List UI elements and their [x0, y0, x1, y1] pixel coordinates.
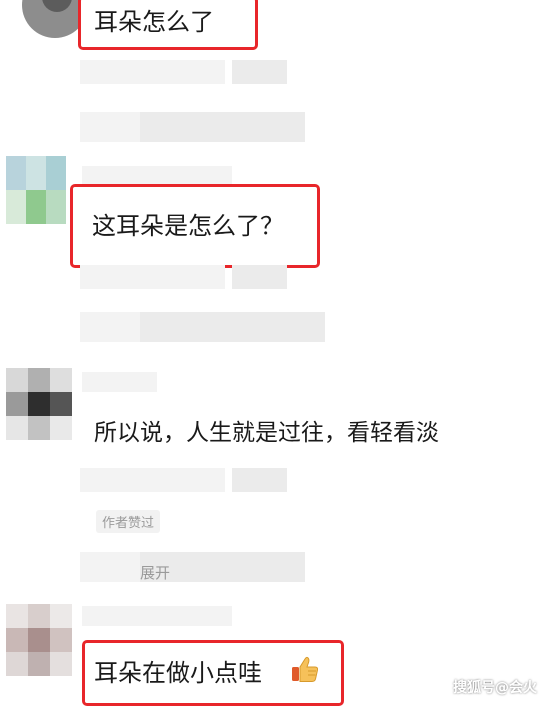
comment-text-3: 所以说，人生就是过往，看轻看淡	[94, 420, 439, 446]
blurred-username	[82, 606, 232, 626]
blurred-line	[80, 312, 140, 342]
expand-link[interactable]: 展开	[140, 562, 170, 583]
comment-text-1: 耳朵怎么了	[94, 8, 214, 36]
blurred-meta	[232, 265, 287, 289]
blurred-line	[80, 112, 140, 142]
commenter-avatar-4[interactable]	[6, 604, 72, 676]
blurred-line	[140, 312, 325, 342]
blurred-meta	[80, 60, 225, 84]
blurred-line	[140, 112, 305, 142]
blurred-username	[82, 166, 232, 186]
author-liked-badge: 作者赞过	[96, 510, 161, 533]
comment-text-4: 耳朵在做小点哇	[94, 659, 262, 687]
blurred-line	[80, 552, 140, 582]
blurred-username	[82, 372, 157, 392]
blurred-meta	[80, 265, 225, 289]
comment-text-2: 这耳朵是怎么了？	[92, 212, 284, 240]
blurred-meta	[80, 468, 225, 492]
thumbs-up-emoji-icon	[292, 656, 319, 682]
blurred-meta	[232, 60, 287, 84]
watermark: 搜狐号@会火	[453, 680, 537, 696]
blurred-meta	[232, 468, 287, 492]
commenter-avatar-3[interactable]	[6, 368, 72, 440]
commenter-avatar-2[interactable]	[6, 156, 66, 224]
